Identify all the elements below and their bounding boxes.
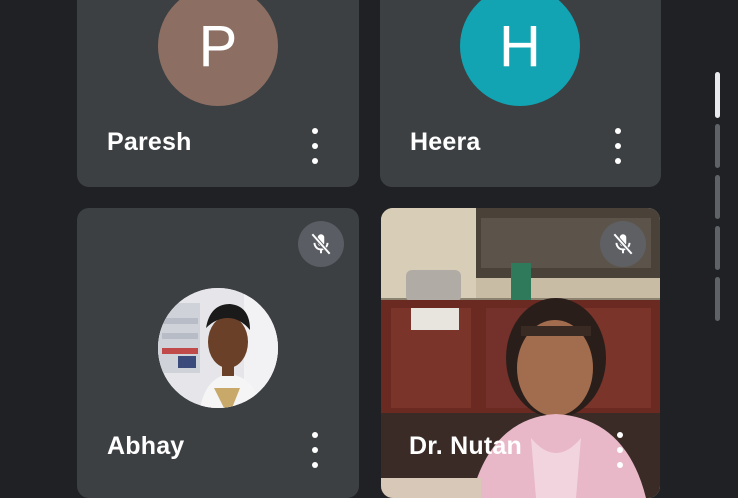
page-indicator[interactable] — [715, 226, 720, 270]
more-options-icon[interactable] — [305, 432, 325, 468]
participant-tile-dr-nutan[interactable]: Dr. Nutan — [381, 208, 660, 498]
more-options-icon[interactable] — [305, 128, 325, 164]
more-options-icon[interactable] — [608, 128, 628, 164]
participant-tile-paresh[interactable]: P Paresh — [77, 0, 359, 187]
participant-tile-heera[interactable]: H Heera — [380, 0, 661, 187]
avatar: P — [158, 0, 278, 106]
mic-off-icon — [600, 221, 646, 267]
page-indicator[interactable] — [715, 175, 720, 219]
page-indicator-active[interactable] — [715, 72, 720, 118]
participant-name: Abhay — [107, 432, 185, 460]
participant-tile-abhay[interactable]: Abhay — [77, 208, 359, 498]
avatar — [158, 288, 278, 408]
participant-name: Heera — [410, 128, 481, 156]
participant-name: Dr. Nutan — [409, 432, 522, 460]
page-indicator[interactable] — [715, 277, 720, 321]
mic-off-icon — [298, 221, 344, 267]
avatar: H — [460, 0, 580, 106]
more-options-icon[interactable] — [610, 432, 630, 468]
participant-name: Paresh — [107, 128, 192, 156]
page-indicator[interactable] — [715, 124, 720, 168]
